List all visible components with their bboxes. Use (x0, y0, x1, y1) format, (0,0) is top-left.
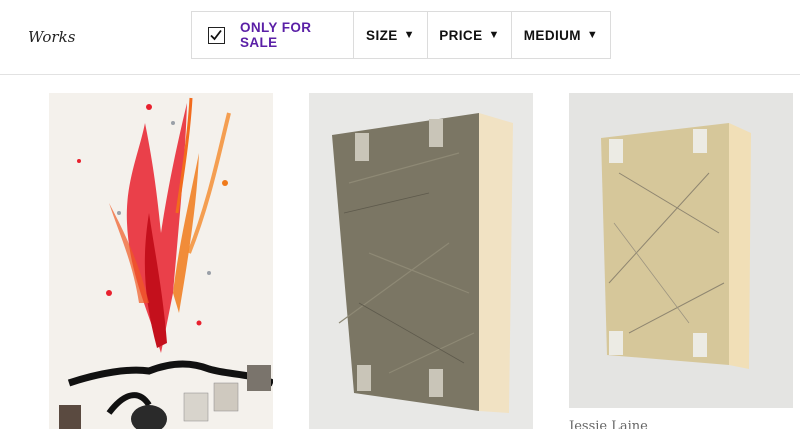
artwork-image-light-block[interactable] (569, 93, 793, 408)
only-for-sale-filter[interactable]: ONLY FOR SALE (192, 12, 354, 58)
artwork-artist-name[interactable]: Jessie Laine (569, 419, 648, 429)
size-filter-label: SIZE (366, 27, 398, 43)
only-for-sale-label: ONLY FOR SALE (239, 20, 312, 50)
size-filter-dropdown[interactable]: SIZE ▼ (354, 12, 428, 58)
price-filter-dropdown[interactable]: PRICE ▼ (428, 12, 512, 58)
medium-filter-dropdown[interactable]: MEDIUM ▼ (512, 12, 610, 58)
artwork-image-dark-block[interactable] (309, 93, 533, 429)
filter-bar: ONLY FOR SALE SIZE ▼ PRICE ▼ MEDIUM ▼ (191, 11, 611, 59)
caret-down-icon: ▼ (403, 29, 415, 41)
caret-down-icon: ▼ (488, 29, 500, 41)
artwork-image-splatter[interactable] (49, 93, 273, 429)
section-title: Works (28, 28, 76, 46)
top-bar: Works ONLY FOR SALE SIZE ▼ PRICE ▼ MEDIU… (0, 0, 800, 75)
medium-filter-label: MEDIUM (523, 27, 581, 43)
price-filter-label: PRICE (439, 27, 483, 43)
checkmark-icon (210, 29, 223, 41)
caret-down-icon: ▼ (586, 29, 599, 41)
only-for-sale-checkbox[interactable] (208, 26, 225, 44)
